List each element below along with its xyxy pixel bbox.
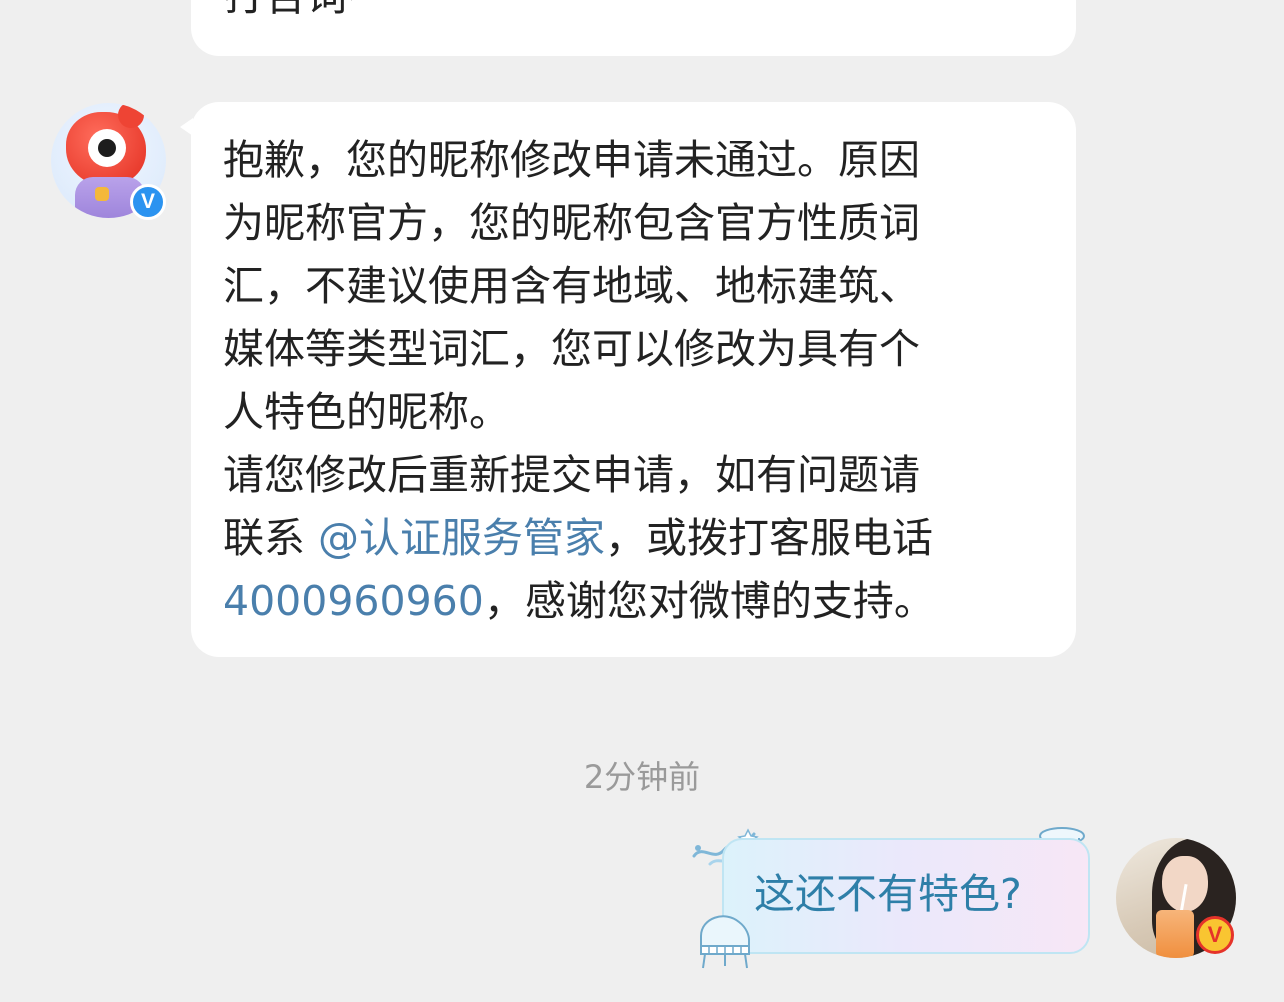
message-timestamp: 2分钟前 <box>583 758 701 796</box>
avatar-drink-cup <box>1156 910 1194 958</box>
message-line: 人特色的昵称。 <box>223 388 510 436</box>
message-line: 抱歉，您的昵称修改申请未通过。原因 <box>223 136 920 184</box>
message-line: 请您修改后重新提交申请，如有问题请 <box>223 451 920 499</box>
mascot-thumb <box>95 187 109 201</box>
my-message-text: 这还不有特色? <box>754 870 1022 918</box>
message-line-contact: 联系 @认证服务管家，或拨打客服电话 <box>223 518 933 559</box>
contact-prefix-text: 联系 <box>223 514 319 562</box>
my-message-bubble[interactable]: 这还不有特色? <box>722 838 1090 954</box>
contact-suffix-text: ，或拨打客服电话 <box>605 514 934 562</box>
mention-link[interactable]: @认证服务管家 <box>318 514 605 562</box>
message-line-phone: 4000960960，感谢您对微博的支持。 <box>223 581 935 622</box>
thanks-text: ，感谢您对微博的支持。 <box>483 577 935 625</box>
previous-message-text: 打告词~ <box>224 0 381 17</box>
bubble-decoration-piano-icon <box>700 915 750 969</box>
mascot-head <box>66 103 146 186</box>
blue-verified-badge-icon: V <box>130 184 166 220</box>
gold-verified-badge-icon: V <box>1196 916 1234 954</box>
mascot-eye <box>88 129 126 167</box>
service-message-bubble[interactable]: 抱歉，您的昵称修改申请未通过。原因 为昵称官方，您的昵称包含官方性质词 汇，不建… <box>180 102 1076 657</box>
previous-message-bubble[interactable]: 打告词~ <box>191 0 1076 56</box>
phone-link[interactable]: 4000960960 <box>223 577 484 625</box>
message-line: 汇，不建议使用含有地域、地标建筑、 <box>223 262 920 310</box>
message-line: 媒体等类型词汇，您可以修改为具有个 <box>223 325 920 373</box>
message-line: 为昵称官方，您的昵称包含官方性质词 <box>223 199 920 247</box>
